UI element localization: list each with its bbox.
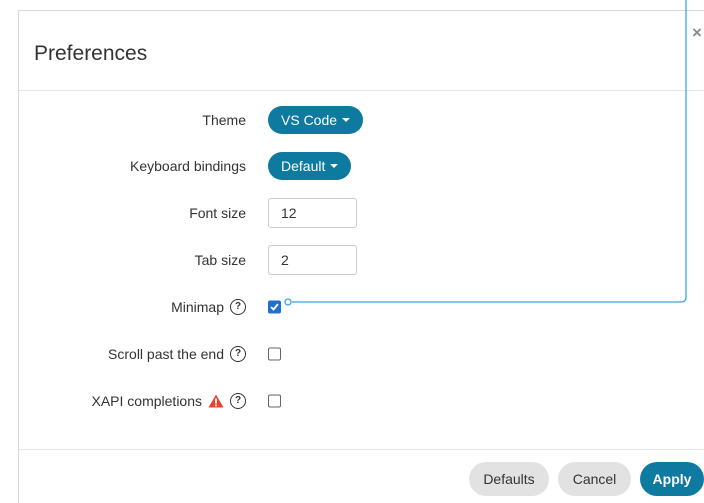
minimap-row: Minimap ? — [0, 290, 704, 324]
close-icon[interactable]: × — [692, 24, 702, 41]
help-circle-icon[interactable]: ? — [230, 299, 246, 315]
xapi-completions-label: XAPI completions ? — [91, 393, 246, 409]
tab-size-input[interactable] — [268, 245, 357, 275]
minimap-label: Minimap ? — [171, 299, 246, 315]
theme-dropdown-value: VS Code — [281, 112, 338, 128]
dialog-title: Preferences — [34, 42, 148, 65]
apply-button[interactable]: Apply — [640, 462, 704, 496]
scroll-past-end-label-text: Scroll past the end — [108, 346, 224, 362]
dialog-header: Preferences — [19, 11, 704, 91]
font-size-row: Font size — [0, 196, 704, 230]
minimap-label-text: Minimap — [171, 299, 224, 315]
help-circle-icon[interactable]: ? — [230, 393, 246, 409]
warning-triangle-icon — [208, 394, 224, 408]
preferences-screen: Preferences × Theme VS Code Keyboard bin… — [0, 0, 704, 503]
theme-label: Theme — [202, 112, 246, 128]
tab-size-label-text: Tab size — [194, 252, 246, 268]
keyboard-bindings-label: Keyboard bindings — [130, 158, 246, 174]
keyboard-bindings-row: Keyboard bindings Default — [0, 149, 704, 183]
theme-label-text: Theme — [202, 112, 246, 128]
xapi-completions-checkbox[interactable] — [268, 394, 281, 408]
keyboard-bindings-dropdown-value: Default — [281, 158, 326, 174]
caret-down-icon — [342, 118, 351, 122]
font-size-input[interactable] — [268, 198, 357, 228]
defaults-button[interactable]: Defaults — [469, 462, 549, 496]
keyboard-bindings-dropdown[interactable]: Default — [268, 152, 352, 180]
xapi-completions-label-text: XAPI completions — [91, 393, 203, 409]
xapi-completions-row: XAPI completions ? — [0, 384, 704, 418]
font-size-label-text: Font size — [189, 205, 246, 221]
tab-size-row: Tab size — [0, 243, 704, 277]
theme-row: Theme VS Code — [0, 103, 704, 137]
caret-down-icon — [330, 164, 339, 168]
theme-dropdown[interactable]: VS Code — [268, 106, 364, 134]
tab-size-label: Tab size — [195, 252, 246, 268]
font-size-label: Font size — [189, 205, 246, 221]
keyboard-bindings-label-text: Keyboard bindings — [130, 158, 246, 174]
minimap-checkbox[interactable] — [268, 300, 281, 314]
checkmark-icon — [270, 303, 279, 311]
scroll-past-end-label: Scroll past the end ? — [108, 346, 246, 362]
scroll-past-end-row: Scroll past the end ? — [0, 337, 704, 371]
scroll-past-end-checkbox[interactable] — [268, 347, 281, 361]
cancel-button[interactable]: Cancel — [558, 462, 631, 496]
help-circle-icon[interactable]: ? — [230, 346, 246, 362]
